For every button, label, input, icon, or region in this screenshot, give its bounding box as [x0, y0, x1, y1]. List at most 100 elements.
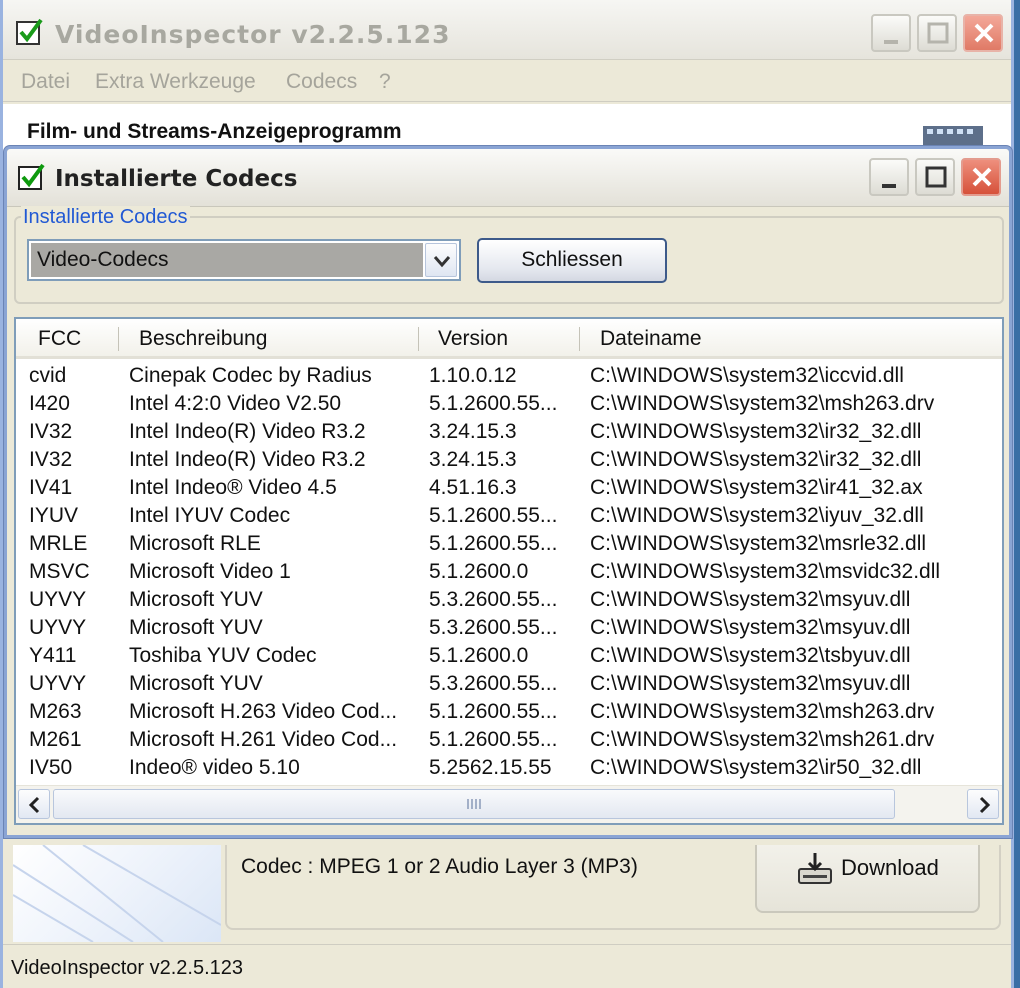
cell-dateiname: C:\WINDOWS\system32\msyuv.dll: [590, 672, 911, 695]
installed-codecs-dialog: Installierte Codecs Installierte Codecs …: [4, 146, 1012, 838]
cell-version: 5.1.2600.0: [429, 560, 529, 583]
cell-version: 5.3.2600.55...: [429, 588, 558, 611]
minimize-icon: [882, 184, 896, 188]
cell-dateiname: C:\WINDOWS\system32\msyuv.dll: [590, 588, 911, 611]
table-row[interactable]: M261 Microsoft H.261 Video Cod... 5.1.2600…: [16, 727, 1002, 755]
cell-fcc: I420: [29, 392, 70, 415]
table-row[interactable]: I420 Intel 4:2:0 Video V2.50 5.1.2600.55..…: [16, 391, 1002, 419]
cell-beschreibung: Microsoft YUV: [129, 672, 263, 695]
dialog-title: Installierte Codecs: [55, 166, 298, 192]
menu-extra-werkzeuge[interactable]: Extra Werkzeuge: [95, 70, 256, 94]
codec-type-select[interactable]: Video-Codecs: [27, 239, 461, 281]
column-resize-handle[interactable]: [579, 327, 580, 351]
table-row[interactable]: UYVY Microsoft YUV 5.3.2600.55... C:\WINDOW…: [16, 587, 1002, 615]
cell-beschreibung: Microsoft H.263 Video Cod...: [129, 700, 398, 723]
download-button[interactable]: Download: [755, 845, 980, 913]
cell-dateiname: C:\WINDOWS\system32\msh263.drv: [590, 700, 935, 723]
codec-info-text: Codec : MPEG 1 or 2 Audio Layer 3 (MP3): [241, 855, 638, 878]
table-row[interactable]: UYVY Microsoft YUV 5.3.2600.55... C:\WINDOW…: [16, 671, 1002, 699]
decorative-graphic: [13, 845, 221, 942]
cell-version: 5.1.2600.0: [429, 644, 529, 667]
dialog-close-button[interactable]: [961, 158, 1001, 196]
table-row[interactable]: Y411 Toshiba YUV Codec 5.1.2600.0 C:\WINDOW…: [16, 643, 1002, 671]
scroll-left-button[interactable]: [18, 789, 50, 819]
table-row[interactable]: MRLE Microsoft RLE 5.1.2600.55... C:\WINDOW…: [16, 531, 1002, 559]
column-resize-handle[interactable]: [118, 327, 119, 351]
table-row[interactable]: IYUV Intel IYUV Codec 5.1.2600.55... C:\WIN…: [16, 503, 1002, 531]
cell-dateiname: C:\WINDOWS\system32\msvidc32.dll: [590, 560, 941, 583]
menu-datei[interactable]: Datei: [21, 70, 70, 94]
dropdown-arrow-icon: [433, 256, 451, 268]
table-row[interactable]: IV50 Indeo® video 5.10 5.2562.15.55 C:\WIND…: [16, 755, 1002, 783]
horizontal-scrollbar[interactable]: [16, 785, 1002, 823]
cell-beschreibung: Intel Indeo(R) Video R3.2: [129, 420, 366, 443]
cell-version: 5.3.2600.55...: [429, 616, 558, 639]
cell-beschreibung: Microsoft RLE: [129, 532, 261, 555]
cell-beschreibung: Intel IYUV Codec: [129, 504, 291, 527]
table-row[interactable]: MSVC Microsoft Video 1 5.1.2600.0 C:\WINDOW…: [16, 559, 1002, 587]
main-minimize-button[interactable]: [871, 14, 911, 52]
scroll-right-button[interactable]: [967, 789, 999, 819]
menu-codecs[interactable]: Codecs: [286, 70, 357, 94]
groupbox-label: Installierte Codecs: [21, 206, 190, 229]
column-header-version[interactable]: Version: [438, 327, 508, 351]
column-header-beschreibung[interactable]: Beschreibung: [139, 327, 267, 351]
menu-bar: Datei Extra Werkzeuge Codecs ?: [3, 60, 1011, 102]
cell-version: 5.3.2600.55...: [429, 672, 558, 695]
table-row[interactable]: IV32 Intel Indeo(R) Video R3.2 3.24.15.3 C:…: [16, 419, 1002, 447]
main-title-bar[interactable]: VideoInspector v2.2.5.123: [3, 0, 1011, 60]
codec-list[interactable]: FCC Beschreibung Version Dateiname cvid C…: [14, 317, 1004, 825]
codec-type-value: Video-Codecs: [31, 243, 423, 277]
main-window-title: VideoInspector v2.2.5.123: [55, 20, 451, 49]
film-icon: [923, 126, 983, 146]
menu-help[interactable]: ?: [379, 70, 391, 94]
table-row[interactable]: cvid Cinepak Codec by Radius 1.10.0.12 C:\W…: [16, 363, 1002, 391]
column-header-fcc[interactable]: FCC: [38, 327, 81, 351]
cell-version: 5.2562.15.55: [429, 756, 552, 779]
scroll-thumb[interactable]: [53, 789, 895, 819]
main-maximize-button[interactable]: [917, 14, 957, 52]
dropdown-button[interactable]: [425, 243, 457, 277]
scroll-right-icon: [979, 796, 991, 814]
cell-fcc: IV41: [29, 476, 73, 499]
close-icon: [974, 23, 994, 43]
column-header-dateiname[interactable]: Dateiname: [600, 327, 702, 351]
cell-fcc: M263: [29, 700, 82, 723]
cell-dateiname: C:\WINDOWS\system32\ir50_32.dll: [590, 756, 922, 779]
cell-version: 5.1.2600.55...: [429, 504, 558, 527]
cell-fcc: cvid: [29, 364, 67, 387]
maximize-icon: [925, 166, 947, 188]
table-row[interactable]: IV32 Intel Indeo(R) Video R3.2 3.24.15.3 C:…: [16, 447, 1002, 475]
cell-version: 3.24.15.3: [429, 448, 517, 471]
cell-fcc: MSVC: [29, 560, 90, 583]
list-rows: cvid Cinepak Codec by Radius 1.10.0.12 C:\W…: [16, 363, 1002, 783]
cell-dateiname: C:\WINDOWS\system32\ir32_32.dll: [590, 448, 922, 471]
cell-beschreibung: Toshiba YUV Codec: [129, 644, 317, 667]
main-close-button[interactable]: [963, 14, 1003, 52]
cell-fcc: IYUV: [29, 504, 79, 527]
cell-fcc: MRLE: [29, 532, 88, 555]
cell-version: 5.1.2600.55...: [429, 700, 558, 723]
close-icon: [972, 167, 992, 187]
dialog-minimize-button[interactable]: [869, 158, 909, 196]
cell-fcc: Y411: [29, 644, 77, 667]
app-subtitle: Film- und Streams-Anzeigeprogramm: [27, 120, 402, 143]
schliessen-button[interactable]: Schliessen: [477, 238, 667, 283]
app-check-icon: [18, 163, 45, 190]
table-row[interactable]: UYVY Microsoft YUV 5.3.2600.55... C:\WINDOW…: [16, 615, 1002, 643]
cell-fcc: IV50: [29, 756, 73, 779]
cell-dateiname: C:\WINDOWS\system32\msh261.drv: [590, 728, 935, 751]
cell-fcc: UYVY: [29, 616, 87, 639]
cell-dateiname: C:\WINDOWS\system32\ir32_32.dll: [590, 420, 922, 443]
status-text: VideoInspector v2.2.5.123: [11, 957, 244, 979]
cell-version: 4.51.16.3: [429, 476, 517, 499]
dialog-maximize-button[interactable]: [915, 158, 955, 196]
scroll-left-icon: [28, 796, 40, 814]
table-row[interactable]: IV41 Intel Indeo® Video 4.5 4.51.16.3 C:\WI…: [16, 475, 1002, 503]
dialog-title-bar[interactable]: Installierte Codecs: [7, 149, 1009, 207]
scroll-grip-icon: [467, 799, 481, 809]
column-resize-handle[interactable]: [418, 327, 419, 351]
download-icon: [798, 853, 832, 884]
minimize-icon: [884, 40, 898, 44]
table-row[interactable]: M263 Microsoft H.263 Video Cod... 5.1.2600…: [16, 699, 1002, 727]
